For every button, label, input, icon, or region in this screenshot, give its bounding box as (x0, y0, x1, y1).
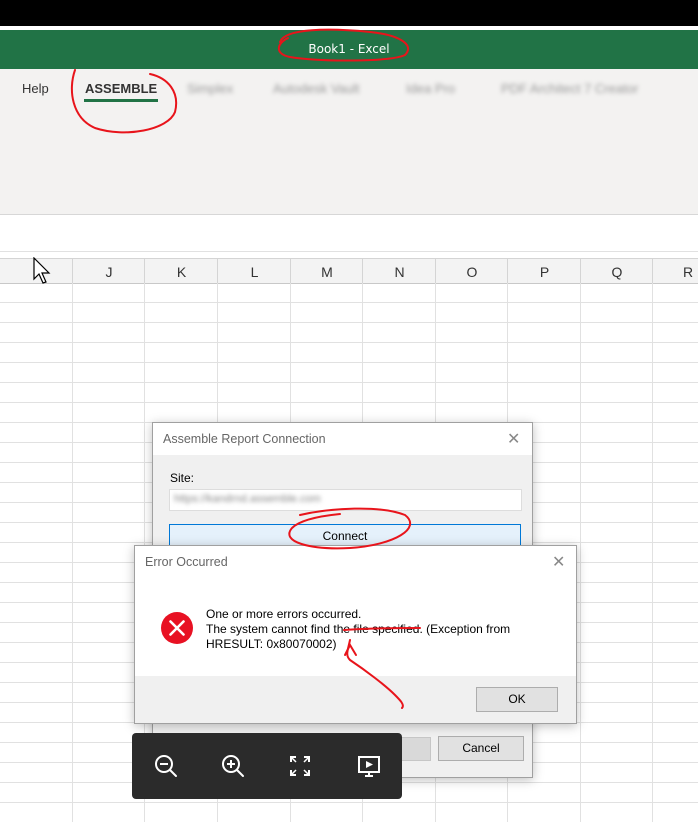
ok-button[interactable]: OK (476, 687, 558, 712)
site-input[interactable]: https://kandrnd.assemble.com (169, 489, 522, 511)
column-header-m[interactable]: M (290, 259, 363, 283)
error-dialog-title: Error Occurred (145, 555, 228, 569)
site-label: Site: (170, 471, 195, 485)
dialog-title-bar: Assemble Report Connection ✕ (153, 423, 532, 455)
title-bar: Book1 - Excel (0, 30, 698, 69)
column-header-n[interactable]: N (362, 259, 436, 283)
close-icon[interactable]: ✕ (507, 429, 520, 449)
screen-top-bar (0, 0, 698, 26)
error-dialog: Error Occurred ✕ One or more errors occu… (134, 545, 577, 724)
window-title: Book1 - Excel (308, 42, 390, 56)
column-header-j[interactable]: J (72, 259, 145, 283)
column-header-r[interactable]: R (652, 259, 698, 283)
tab-idea-pro[interactable]: Idea Pro (406, 81, 455, 96)
formula-bar-area (0, 215, 698, 252)
error-message-line-1: One or more errors occurred. (206, 607, 362, 621)
error-icon (161, 612, 193, 644)
close-icon[interactable]: ✕ (552, 552, 565, 572)
tab-pdf-architect[interactable]: PDF Architect 7 Creator (501, 81, 638, 96)
tab-assemble[interactable]: ASSEMBLE (85, 81, 157, 96)
tab-autodesk-vault[interactable]: Autodesk Vault (273, 81, 359, 96)
cancel-button[interactable]: Cancel (438, 736, 524, 761)
fit-screen-icon[interactable] (285, 751, 315, 781)
dialog-title: Assemble Report Connection (163, 432, 326, 446)
error-dialog-title-bar: Error Occurred ✕ (135, 546, 576, 578)
tab-help[interactable]: Help (22, 81, 49, 96)
error-message-line-2: The system cannot find the file specifie… (206, 622, 511, 636)
column-header-p[interactable]: P (507, 259, 581, 283)
zoom-in-icon[interactable] (218, 751, 248, 781)
site-input-value: https://kandrnd.assemble.com (174, 493, 321, 505)
tab-simplex[interactable]: Simplex (187, 81, 233, 96)
column-header-k[interactable]: K (144, 259, 218, 283)
column-header-l[interactable]: L (217, 259, 291, 283)
column-header-row: J K L M N O P Q R (0, 258, 698, 284)
active-tab-underline (84, 99, 158, 102)
column-header-o[interactable]: O (435, 259, 508, 283)
column-header-q[interactable]: Q (580, 259, 653, 283)
error-message-line-3: HRESULT: 0x80070002) (206, 637, 337, 651)
viewer-toolbar (132, 733, 402, 799)
zoom-out-icon[interactable] (151, 751, 181, 781)
mouse-cursor-icon (33, 257, 51, 284)
slideshow-icon[interactable] (354, 751, 384, 781)
ribbon: Help ASSEMBLE Simplex Autodesk Vault Ide… (0, 69, 698, 215)
